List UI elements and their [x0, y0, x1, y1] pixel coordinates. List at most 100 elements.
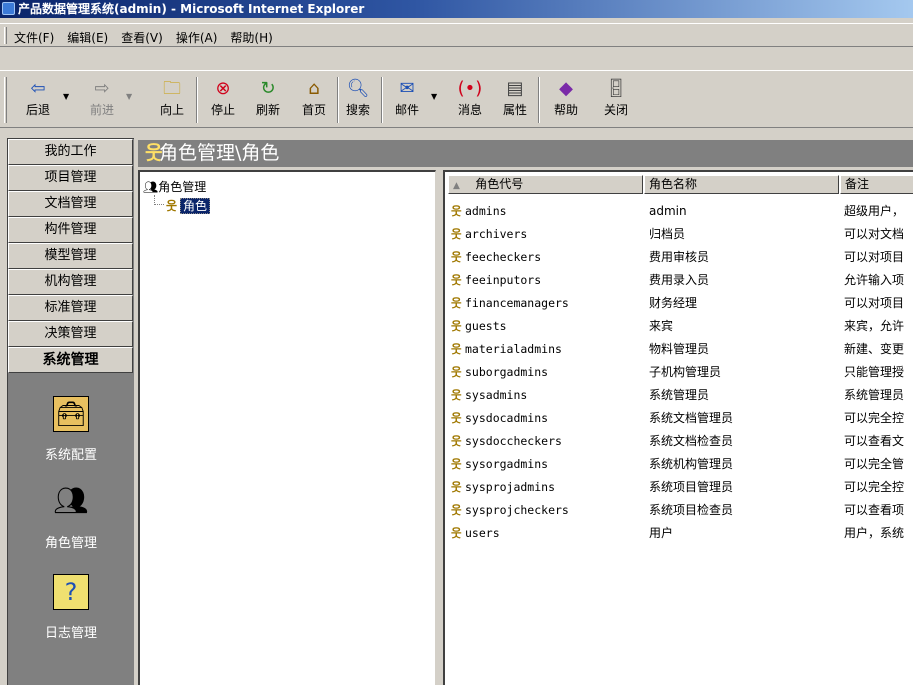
menu-view[interactable]: 查看(V)	[121, 29, 163, 46]
page-header: 웃角色管理\角色	[138, 140, 919, 167]
tree-pane: 👥︎角色管理 웃 角色	[138, 170, 436, 685]
nav-my-work[interactable]: 我的工作	[8, 139, 133, 165]
menu-action[interactable]: 操作(A)	[176, 29, 218, 46]
menu-bar: 文件(F) 编辑(E) 查看(V) 操作(A) 帮助(H)	[0, 23, 919, 47]
nav-document[interactable]: 文档管理	[8, 191, 133, 217]
nav-role-manage[interactable]: 👥︎ 角色管理	[8, 484, 134, 551]
role-name: 财务经理	[649, 296, 698, 310]
role-code: 웃 sysdoccheckers	[451, 430, 562, 453]
toolbar-separator	[196, 77, 198, 123]
forward-button[interactable]: ⇨ 前进	[82, 77, 122, 123]
log-book-icon: ?	[53, 574, 89, 610]
sort-asc-icon: ▲	[453, 181, 460, 191]
close-button[interactable]: 🚪︎ 关闭	[596, 77, 636, 123]
ie-icon	[2, 2, 15, 15]
nav-model[interactable]: 模型管理	[8, 243, 133, 269]
role-code: 웃 suborgadmins	[451, 361, 548, 384]
users-icon: 👥︎	[143, 180, 159, 194]
table-row[interactable]: 웃 users 用户 用户，系统	[445, 522, 919, 545]
menu-grip[interactable]	[4, 27, 7, 44]
table-row[interactable]: 웃 archivers 归档员 可以对文档	[445, 223, 919, 246]
role-list: ▲ 角色代号 角色名称 备注 웃 admins admin 超级用户， 웃 archive…	[443, 170, 919, 685]
home-button[interactable]: ⌂ 首页	[294, 77, 334, 123]
tree-node-root[interactable]: 👥︎角色管理	[143, 179, 206, 195]
table-row[interactable]: 웃 guests 来宾 来宾，允许	[445, 315, 919, 338]
folder-up-icon: 🗀	[163, 78, 181, 99]
properties-button[interactable]: ▤ 属性	[495, 77, 535, 123]
role-note: 可以完全管	[844, 457, 905, 471]
menu-edit[interactable]: 编辑(E)	[67, 29, 108, 46]
table-row[interactable]: 웃 sysprojadmins 系统项目管理员 可以完全控	[445, 476, 919, 499]
person-icon: 웃	[451, 503, 462, 517]
back-button[interactable]: ⇦ 后退	[18, 77, 58, 123]
role-note: 允许输入项	[844, 273, 905, 287]
refresh-button[interactable]: ↻ 刷新	[248, 77, 288, 123]
properties-icon: ▤	[506, 78, 524, 99]
role-name: 费用审核员	[649, 250, 710, 264]
help-book-icon: ◆	[559, 78, 573, 99]
person-icon: 웃	[145, 142, 163, 164]
nav-system[interactable]: 系统管理	[8, 347, 133, 373]
menu-file[interactable]: 文件(F)	[14, 29, 54, 46]
role-name: admin	[649, 204, 687, 218]
nav-system-config[interactable]: 🧰︎ 系统配置	[8, 396, 134, 463]
table-row[interactable]: 웃 sysorgadmins 系统机构管理员 可以完全管	[445, 453, 919, 476]
page-title: 角色管理\角色	[159, 142, 280, 164]
column-header-name[interactable]: 角色名称	[644, 175, 839, 194]
person-icon: 웃	[451, 457, 462, 471]
table-row[interactable]: 웃 sysprojcheckers 系统项目检查员 可以查看项	[445, 499, 919, 522]
column-header-code[interactable]: ▲ 角色代号	[448, 175, 643, 194]
nav-decision[interactable]: 决策管理	[8, 321, 133, 347]
table-row[interactable]: 웃 sysadmins 系统管理员 系统管理员	[445, 384, 919, 407]
table-row[interactable]: 웃 suborgadmins 子机构管理员 只能管理授	[445, 361, 919, 384]
broadcast-icon: (•)	[457, 78, 483, 99]
role-code: 웃 sysprojadmins	[451, 476, 555, 499]
role-note: 可以查看文	[844, 434, 905, 448]
search-button[interactable]: 🔍︎ 搜索	[338, 77, 378, 123]
nav-organization[interactable]: 机构管理	[8, 269, 133, 295]
role-note: 可以对文档	[844, 227, 905, 241]
table-row[interactable]: 웃 financemanagers 财务经理 可以对项目	[445, 292, 919, 315]
table-row[interactable]: 웃 sysdocadmins 系统文档管理员 可以完全控	[445, 407, 919, 430]
mail-button[interactable]: ✉ 邮件	[387, 77, 427, 123]
table-row[interactable]: 웃 feeinputors 费用录入员 允许输入项	[445, 269, 919, 292]
nav-log-manage[interactable]: ? 日志管理	[8, 574, 134, 641]
forward-dropdown-icon[interactable]: ▼	[126, 92, 132, 101]
nav-standard[interactable]: 标准管理	[8, 295, 133, 321]
person-icon: 웃	[451, 296, 462, 310]
table-row[interactable]: 웃 materialadmins 物料管理员 新建、变更	[445, 338, 919, 361]
role-name: 归档员	[649, 227, 686, 241]
tree-node-role[interactable]: 웃 角色	[166, 198, 211, 214]
table-row[interactable]: 웃 admins admin 超级用户，	[445, 200, 919, 223]
exit-door-icon: 🚪︎	[604, 78, 628, 99]
mail-icon: ✉	[399, 78, 415, 99]
toolbar-separator	[538, 77, 540, 123]
back-arrow-icon: ⇦	[30, 78, 46, 99]
person-icon: 웃	[451, 365, 462, 379]
role-note: 来宾，允许	[844, 319, 905, 333]
back-dropdown-icon[interactable]: ▼	[63, 92, 69, 101]
nav-component[interactable]: 构件管理	[8, 217, 133, 243]
role-name: 物料管理员	[649, 342, 710, 356]
table-row[interactable]: 웃 sysdoccheckers 系统文档检查员 可以查看文	[445, 430, 919, 453]
person-icon: 웃	[451, 250, 462, 264]
messages-button[interactable]: (•) 消息	[450, 77, 490, 123]
window-title-bar: 产品数据管理系统(admin) - Microsoft Internet Exp…	[0, 0, 919, 18]
tree-connector	[154, 195, 164, 205]
column-header-note[interactable]: 备注	[840, 175, 919, 194]
help-button[interactable]: ◆ 帮助	[546, 77, 586, 123]
toolbar-grip[interactable]	[4, 77, 7, 123]
role-note: 系统管理员	[844, 388, 905, 402]
menu-help[interactable]: 帮助(H)	[230, 29, 272, 46]
role-code: 웃 sysadmins	[451, 384, 527, 407]
mail-dropdown-icon[interactable]: ▼	[431, 92, 437, 101]
table-row[interactable]: 웃 feecheckers 费用审核员 可以对项目	[445, 246, 919, 269]
person-icon: 웃	[451, 319, 462, 333]
up-button[interactable]: 🗀 向上	[152, 77, 192, 123]
person-icon: 웃	[451, 526, 462, 540]
role-note: 可以对项目	[844, 250, 905, 264]
role-note: 可以完全控	[844, 480, 905, 494]
stop-button[interactable]: ⊗ 停止	[203, 77, 243, 123]
role-name: 系统机构管理员	[649, 457, 734, 471]
nav-project[interactable]: 项目管理	[8, 165, 133, 191]
